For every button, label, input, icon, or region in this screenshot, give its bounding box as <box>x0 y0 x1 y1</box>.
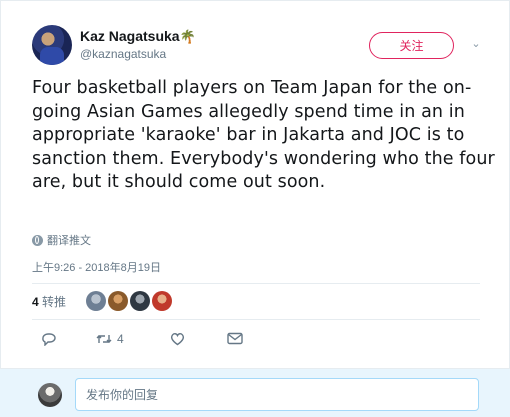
reply-button[interactable] <box>41 332 57 346</box>
avatar-figure <box>40 47 64 65</box>
retweet-count: 4 <box>32 295 39 309</box>
retweet-icon <box>96 335 112 343</box>
reply-input[interactable]: 发布你的回复 <box>75 378 479 411</box>
user-avatar[interactable] <box>32 25 72 65</box>
heart-icon <box>171 333 184 346</box>
message-button[interactable] <box>227 332 243 345</box>
retweeter-avatar[interactable] <box>108 291 128 311</box>
display-name[interactable]: Kaz Nagatsuka🌴 <box>80 28 196 45</box>
globe-icon <box>32 234 43 246</box>
like-button[interactable] <box>170 332 185 346</box>
divider <box>32 319 480 320</box>
tweet-text: Four basketball players on Team Japan fo… <box>32 78 495 193</box>
retweeter-avatars <box>86 291 172 311</box>
retweet-button[interactable]: 4 <box>96 332 124 346</box>
retweeter-avatar[interactable] <box>86 291 106 311</box>
tweet-timestamp[interactable]: 上午9:26 - 2018年8月19日 <box>32 259 161 275</box>
current-user-avatar <box>38 383 62 407</box>
palm-tree-icon: 🌴 <box>179 29 196 44</box>
display-name-text: Kaz Nagatsuka <box>80 28 180 44</box>
tweet-card: Kaz Nagatsuka🌴 @kaznagatsuka 关注 ⌄ Four b… <box>0 0 510 417</box>
user-handle[interactable]: @kaznagatsuka <box>80 47 166 61</box>
chevron-down-icon[interactable]: ⌄ <box>469 37 483 51</box>
reply-icon <box>42 333 56 346</box>
tweet-actions: 4 <box>41 332 261 350</box>
reply-placeholder: 发布你的回复 <box>86 388 159 402</box>
divider <box>32 283 480 284</box>
translate-label: 翻译推文 <box>47 235 91 247</box>
retweeter-avatar[interactable] <box>152 291 172 311</box>
reply-bar: 发布你的回复 <box>0 368 510 417</box>
translate-tweet-link[interactable]: 翻译推文 <box>32 232 91 248</box>
retweet-stat[interactable]: 4 转推 <box>32 293 66 310</box>
retweet-stat-label: 转推 <box>42 295 67 309</box>
envelope-icon <box>227 332 243 345</box>
retweet-action-count: 4 <box>117 332 124 346</box>
retweeter-avatar[interactable] <box>130 291 150 311</box>
follow-button[interactable]: 关注 <box>369 32 454 59</box>
